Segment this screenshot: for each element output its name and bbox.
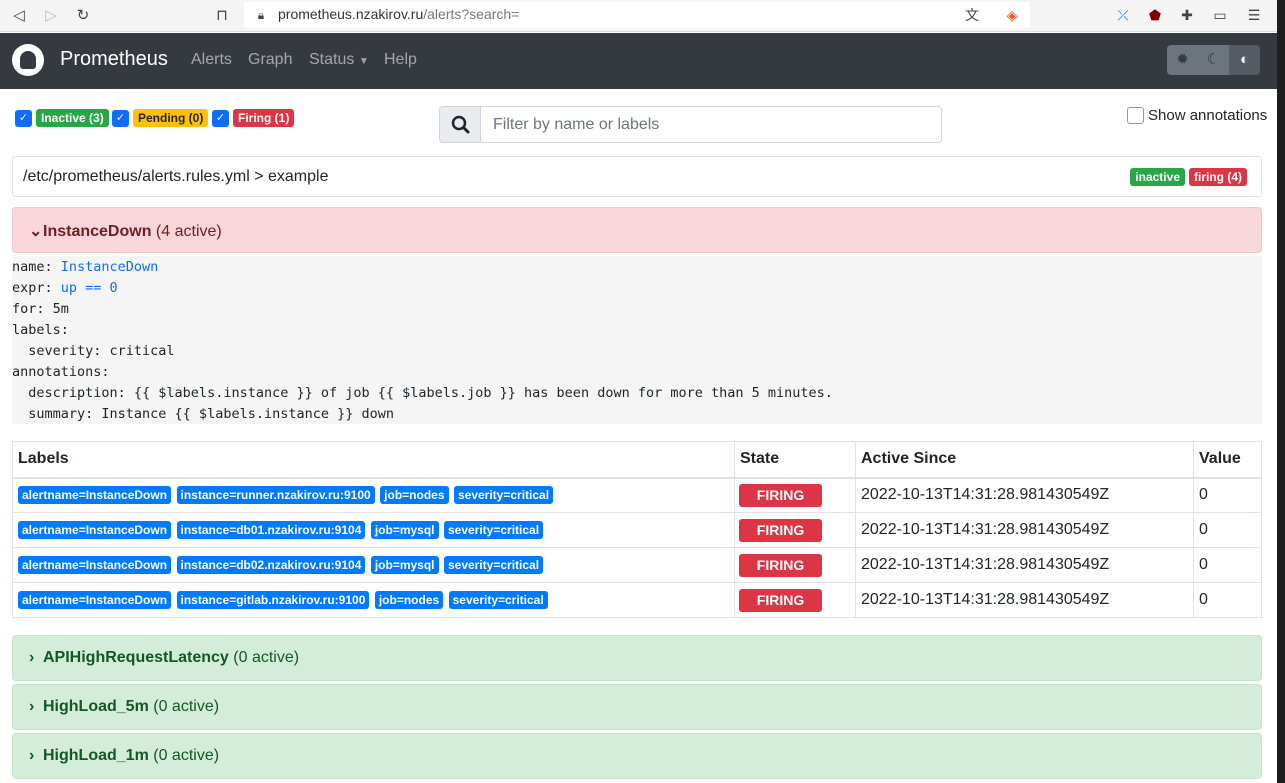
label-badge: job=nodes bbox=[380, 486, 449, 505]
label-badge: alertname=InstanceDown bbox=[18, 521, 172, 539]
nav-alerts[interactable]: Alerts bbox=[191, 51, 232, 69]
firing-badge: FIRING bbox=[739, 483, 822, 507]
label-badge: instance=gitlab.nzakirov.ru:9100 bbox=[176, 591, 370, 609]
adjust-icon[interactable]: ◐ bbox=[1229, 45, 1260, 75]
filter-pending[interactable]: ✓ Pending (0) bbox=[112, 109, 209, 127]
state-cell: FIRING bbox=[734, 582, 856, 618]
search-group bbox=[439, 106, 942, 143]
back-icon[interactable]: ◁ bbox=[8, 5, 30, 27]
address-bar[interactable]: 🔒︎ prometheus.nzakirov.ru/alerts?search=… bbox=[244, 2, 1030, 28]
search-input[interactable] bbox=[480, 106, 942, 143]
group-firing-badge: firing (4) bbox=[1189, 168, 1247, 186]
search-icon bbox=[439, 106, 481, 143]
state-cell: FIRING bbox=[734, 547, 856, 583]
value-cell: 0 bbox=[1193, 582, 1262, 618]
state-cell: FIRING bbox=[734, 477, 856, 513]
filter-inactive[interactable]: ✓ Inactive (3) bbox=[15, 109, 109, 127]
label-badge: alertname=InstanceDown bbox=[18, 556, 172, 574]
labels-cell: alertname=InstanceDown instance=db01.nza… bbox=[12, 512, 735, 548]
menu-icon[interactable]: ☰ bbox=[1244, 5, 1264, 25]
checkbox-inactive[interactable]: ✓ bbox=[15, 109, 32, 127]
label-badge: job=mysql bbox=[370, 521, 439, 539]
wallet-icon[interactable]: ▭ bbox=[1210, 5, 1230, 25]
active-since-cell: 2022-10-13T14:31:28.981430549Z bbox=[855, 547, 1194, 583]
brave-shield-icon[interactable]: ◈ bbox=[1002, 5, 1022, 25]
table-row: alertname=InstanceDown instance=db01.nza… bbox=[12, 512, 1262, 548]
chevron-right-icon: › bbox=[29, 698, 35, 715]
label-badge: severity=critical bbox=[453, 486, 554, 505]
navbar: Prometheus Alerts Graph Status ▼ Help ✹ … bbox=[0, 33, 1277, 89]
brand[interactable]: Prometheus bbox=[60, 48, 168, 71]
checkbox-pending[interactable]: ✓ bbox=[112, 109, 129, 127]
rule-apihighrequestlatency[interactable]: › APIHighRequestLatency (0 active) bbox=[12, 635, 1262, 681]
label-badge: alertname=InstanceDown bbox=[18, 486, 172, 505]
checkbox-firing[interactable]: ✓ bbox=[212, 109, 229, 127]
puzzle-icon[interactable]: ✚ bbox=[1177, 5, 1197, 25]
rule-definition: name: InstanceDown expr: up == 0 for: 5m… bbox=[12, 256, 1262, 424]
table-row: alertname=InstanceDown instance=db02.nza… bbox=[12, 547, 1262, 583]
chevron-down-icon: ⌄ bbox=[29, 223, 43, 240]
state-cell: FIRING bbox=[734, 512, 856, 548]
show-annotations-toggle[interactable]: Show annotations bbox=[1127, 107, 1267, 124]
browser-toolbar: ◁ ▷ ↻ ⊓ 🔒︎ prometheus.nzakirov.ru/alerts… bbox=[0, 0, 1285, 32]
translate-icon[interactable]: 文 bbox=[962, 5, 982, 25]
table-row: alertname=InstanceDown instance=runner.n… bbox=[12, 477, 1262, 513]
nav-status[interactable]: Status ▼ bbox=[309, 51, 369, 69]
label-badge: alertname=InstanceDown bbox=[18, 591, 172, 609]
col-active-since: Active Since bbox=[855, 441, 1194, 479]
active-since-cell: 2022-10-13T14:31:28.981430549Z bbox=[855, 512, 1194, 548]
lock-icon: 🔒︎ bbox=[257, 8, 265, 22]
forward-icon[interactable]: ▷ bbox=[40, 5, 62, 27]
ublock-icon[interactable]: ⬟ bbox=[1145, 5, 1165, 25]
url-text: prometheus.nzakirov.ru/alerts?search= bbox=[278, 6, 520, 22]
label-badge: job=nodes bbox=[374, 591, 444, 609]
value-cell: 0 bbox=[1193, 512, 1262, 548]
label-badge: job=mysql bbox=[370, 556, 439, 574]
labels-cell: alertname=InstanceDown instance=runner.n… bbox=[12, 477, 735, 513]
rule-highload-1m[interactable]: › HighLoad_1m (0 active) bbox=[12, 733, 1262, 779]
bookmark-icon[interactable]: ⊓ bbox=[211, 5, 233, 27]
table-row: alertname=InstanceDown instance=gitlab.n… bbox=[12, 582, 1262, 618]
show-annotations-checkbox[interactable] bbox=[1127, 107, 1144, 124]
theme-toggle: ✹ ☾ ◐ bbox=[1167, 45, 1260, 75]
label-badge: instance=db01.nzakirov.ru:9104 bbox=[176, 521, 366, 539]
filter-firing[interactable]: ✓ Firing (1) bbox=[212, 109, 295, 127]
nav-help[interactable]: Help bbox=[384, 51, 417, 69]
firing-badge: FIRING bbox=[739, 588, 822, 612]
label-badge: instance=db02.nzakirov.ru:9104 bbox=[176, 556, 366, 574]
label-badge: instance=runner.nzakirov.ru:9100 bbox=[176, 486, 375, 505]
caret-down-icon: ▼ bbox=[358, 56, 369, 67]
moon-icon[interactable]: ☾ bbox=[1198, 45, 1229, 75]
rule-expr-link[interactable]: up == 0 bbox=[61, 280, 118, 296]
prometheus-logo-icon[interactable] bbox=[12, 44, 44, 76]
chevron-right-icon: › bbox=[29, 747, 35, 764]
label-badge: severity=critical bbox=[443, 521, 544, 539]
col-labels: Labels bbox=[12, 441, 735, 479]
sun-icon[interactable]: ✹ bbox=[1167, 45, 1198, 75]
value-cell: 0 bbox=[1193, 477, 1262, 513]
col-state: State bbox=[734, 441, 856, 479]
alerts-table: Labels State Active Since Value alertnam… bbox=[12, 441, 1262, 618]
rule-instancedown[interactable]: ⌄InstanceDown (4 active) bbox=[12, 207, 1262, 253]
nav-graph[interactable]: Graph bbox=[248, 51, 292, 69]
label-badge: severity=critical bbox=[443, 556, 544, 574]
chevron-right-icon: › bbox=[29, 649, 35, 666]
labels-cell: alertname=InstanceDown instance=db02.nza… bbox=[12, 547, 735, 583]
rule-group-header: /etc/prometheus/alerts.rules.yml > examp… bbox=[12, 156, 1262, 197]
group-inactive-badge: inactive bbox=[1130, 168, 1185, 186]
firing-badge: FIRING bbox=[739, 518, 822, 542]
value-cell: 0 bbox=[1193, 547, 1262, 583]
label-badge: severity=critical bbox=[448, 591, 548, 609]
col-value: Value bbox=[1193, 441, 1262, 479]
extension-icon[interactable]: ⤫ bbox=[1113, 5, 1133, 25]
rule-name-link[interactable]: InstanceDown bbox=[61, 259, 159, 275]
firing-badge: FIRING bbox=[739, 553, 822, 577]
group-path: /etc/prometheus/alerts.rules.yml > examp… bbox=[23, 168, 329, 185]
background-window bbox=[1277, 0, 1285, 783]
active-since-cell: 2022-10-13T14:31:28.981430549Z bbox=[855, 582, 1194, 618]
reload-icon[interactable]: ↻ bbox=[72, 5, 94, 27]
active-since-cell: 2022-10-13T14:31:28.981430549Z bbox=[855, 477, 1194, 513]
rule-highload-5m[interactable]: › HighLoad_5m (0 active) bbox=[12, 684, 1262, 730]
labels-cell: alertname=InstanceDown instance=gitlab.n… bbox=[12, 582, 735, 618]
